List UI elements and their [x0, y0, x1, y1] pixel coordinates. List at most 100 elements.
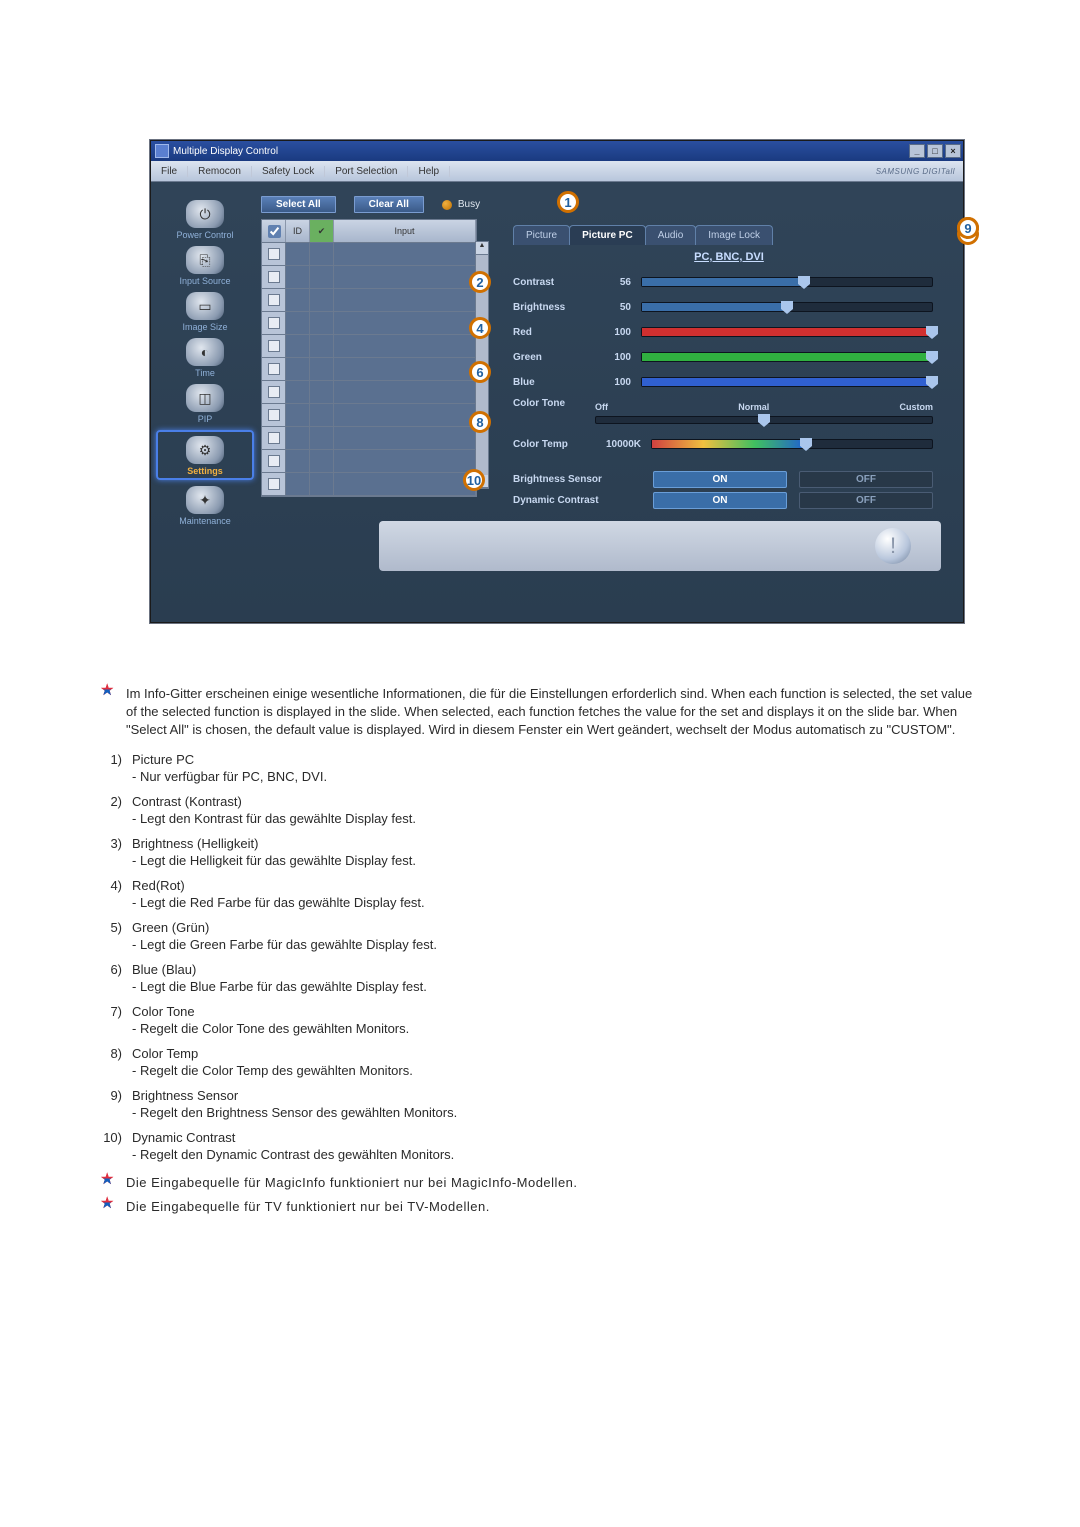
- list-number: 6): [100, 962, 122, 994]
- window-close-button[interactable]: ×: [945, 144, 961, 158]
- brightness-sensor-on[interactable]: ON: [653, 471, 787, 488]
- sidebar-item-settings[interactable]: ⚙ Settings: [156, 430, 254, 480]
- main-toolbar: Select All Clear All Busy: [261, 196, 953, 213]
- color-temp-row: Color Temp 10000K: [513, 435, 933, 453]
- sidebar: ⏻ Power Control ⎘ Input Source ▭ Image S…: [151, 182, 259, 612]
- image-size-icon: ▭: [186, 292, 224, 320]
- red-value: 100: [595, 327, 631, 338]
- menu-file[interactable]: File: [151, 166, 188, 177]
- callout-10: 10: [463, 469, 485, 491]
- menu-safety-lock[interactable]: Safety Lock: [252, 166, 325, 177]
- callout-2: 2: [469, 271, 491, 293]
- sidebar-label: Time: [160, 368, 250, 378]
- info-icon[interactable]: !: [875, 528, 911, 564]
- tone-option-custom: Custom: [899, 402, 933, 412]
- callout-6: 6: [469, 361, 491, 383]
- busy-icon: [442, 200, 452, 210]
- window-maximize-button[interactable]: □: [927, 144, 943, 158]
- sidebar-label: Power Control: [160, 230, 250, 240]
- star-icon: [100, 1196, 118, 1218]
- tab-picture-pc[interactable]: Picture PC: [569, 225, 646, 245]
- green-label: Green: [513, 352, 585, 363]
- select-all-button[interactable]: Select All: [261, 196, 336, 213]
- grid-col-id[interactable]: ID: [286, 220, 310, 242]
- list-sub: - Nur verfügbar für PC, BNC, DVI.: [132, 769, 980, 784]
- busy-label: Busy: [458, 199, 480, 210]
- list-sub: - Regelt die Color Temp des gewählten Mo…: [132, 1063, 980, 1078]
- blue-slider[interactable]: [641, 377, 933, 387]
- table-row[interactable]: [262, 473, 476, 496]
- red-slider[interactable]: [641, 327, 933, 337]
- settings-icon: ⚙: [186, 436, 224, 464]
- contrast-slider[interactable]: [641, 277, 933, 287]
- color-temp-value: 10000K: [595, 439, 641, 450]
- sidebar-item-pip[interactable]: ◫ PIP: [160, 384, 250, 424]
- grid-header: ID ✔ Input: [261, 219, 477, 243]
- table-row[interactable]: [262, 427, 476, 450]
- contrast-row: Contrast 56: [513, 273, 933, 291]
- callout-8: 8: [469, 411, 491, 433]
- list-title: Color Tone: [132, 1004, 195, 1019]
- list-title: Green (Grün): [132, 920, 209, 935]
- callout-9: 9: [957, 217, 979, 239]
- maintenance-icon: ✦: [186, 486, 224, 514]
- sidebar-item-image-size[interactable]: ▭ Image Size: [160, 292, 250, 332]
- red-label: Red: [513, 327, 585, 338]
- contrast-label: Contrast: [513, 277, 585, 288]
- list-number: 8): [100, 1046, 122, 1078]
- tab-picture[interactable]: Picture: [513, 225, 570, 245]
- color-temp-label: Color Temp: [513, 439, 585, 450]
- list-sub: - Regelt den Dynamic Contrast des gewähl…: [132, 1147, 980, 1162]
- list-sub: - Regelt den Brightness Sensor des gewäh…: [132, 1105, 980, 1120]
- table-row[interactable]: [262, 289, 476, 312]
- brightness-sensor-off[interactable]: OFF: [799, 471, 933, 488]
- tab-image-lock[interactable]: Image Lock: [695, 225, 773, 245]
- window-minimize-button[interactable]: _: [909, 144, 925, 158]
- sidebar-item-power-control[interactable]: ⏻ Power Control: [160, 200, 250, 240]
- clear-all-button[interactable]: Clear All: [354, 196, 424, 213]
- brightness-sensor-row: Brightness Sensor ON OFF 9: [505, 471, 953, 488]
- table-row[interactable]: [262, 381, 476, 404]
- table-row[interactable]: [262, 243, 476, 266]
- grid-col-input[interactable]: Input: [334, 220, 476, 242]
- tab-audio[interactable]: Audio: [645, 225, 697, 245]
- table-row[interactable]: [262, 358, 476, 381]
- list-title: Dynamic Contrast: [132, 1130, 235, 1145]
- table-row[interactable]: [262, 404, 476, 427]
- list-number: 1): [100, 752, 122, 784]
- menu-help[interactable]: Help: [408, 166, 450, 177]
- dynamic-contrast-on[interactable]: ON: [653, 492, 787, 509]
- note-2: Die Eingabequelle für TV funktioniert nu…: [126, 1198, 490, 1216]
- color-temp-slider[interactable]: [651, 439, 933, 449]
- sidebar-label: Settings: [160, 466, 250, 476]
- dynamic-contrast-label: Dynamic Contrast: [513, 495, 641, 506]
- menu-remocon[interactable]: Remocon: [188, 166, 252, 177]
- bottom-bar: !: [379, 521, 941, 571]
- menu-port-selection[interactable]: Port Selection: [325, 166, 408, 177]
- table-row[interactable]: [262, 450, 476, 473]
- brightness-label: Brightness: [513, 302, 585, 313]
- window-titlebar[interactable]: Multiple Display Control _ □ ×: [151, 141, 963, 161]
- list-sub: - Legt die Helligkeit für das gewählte D…: [132, 853, 980, 868]
- color-tone-slider[interactable]: Off Normal Custom: [595, 402, 933, 412]
- table-row[interactable]: [262, 312, 476, 335]
- settings-panel: 1 Picture Picture PC Audio Image Lock PC…: [505, 219, 953, 509]
- table-row[interactable]: [262, 266, 476, 289]
- window-title: Multiple Display Control: [173, 146, 907, 157]
- table-row[interactable]: [262, 335, 476, 358]
- dynamic-contrast-off[interactable]: OFF: [799, 492, 933, 509]
- tone-option-normal: Normal: [738, 402, 769, 412]
- grid-col-status[interactable]: ✔: [310, 220, 334, 242]
- numbered-list: 1) Picture PC - Nur verfügbar für PC, BN…: [100, 752, 980, 1162]
- green-slider[interactable]: [641, 352, 933, 362]
- sidebar-item-input-source[interactable]: ⎘ Input Source: [160, 246, 250, 286]
- sidebar-label: Input Source: [160, 276, 250, 286]
- select-all-checkbox[interactable]: [268, 225, 281, 238]
- scroll-up-button[interactable]: ▲: [476, 242, 488, 255]
- brightness-slider[interactable]: [641, 302, 933, 312]
- sidebar-item-time[interactable]: ◐ Time: [160, 338, 250, 378]
- grid-col-check[interactable]: [262, 220, 286, 242]
- sidebar-item-maintenance[interactable]: ✦ Maintenance: [160, 486, 250, 526]
- app-body: ⏻ Power Control ⎘ Input Source ▭ Image S…: [151, 182, 963, 622]
- app-icon: [155, 144, 169, 158]
